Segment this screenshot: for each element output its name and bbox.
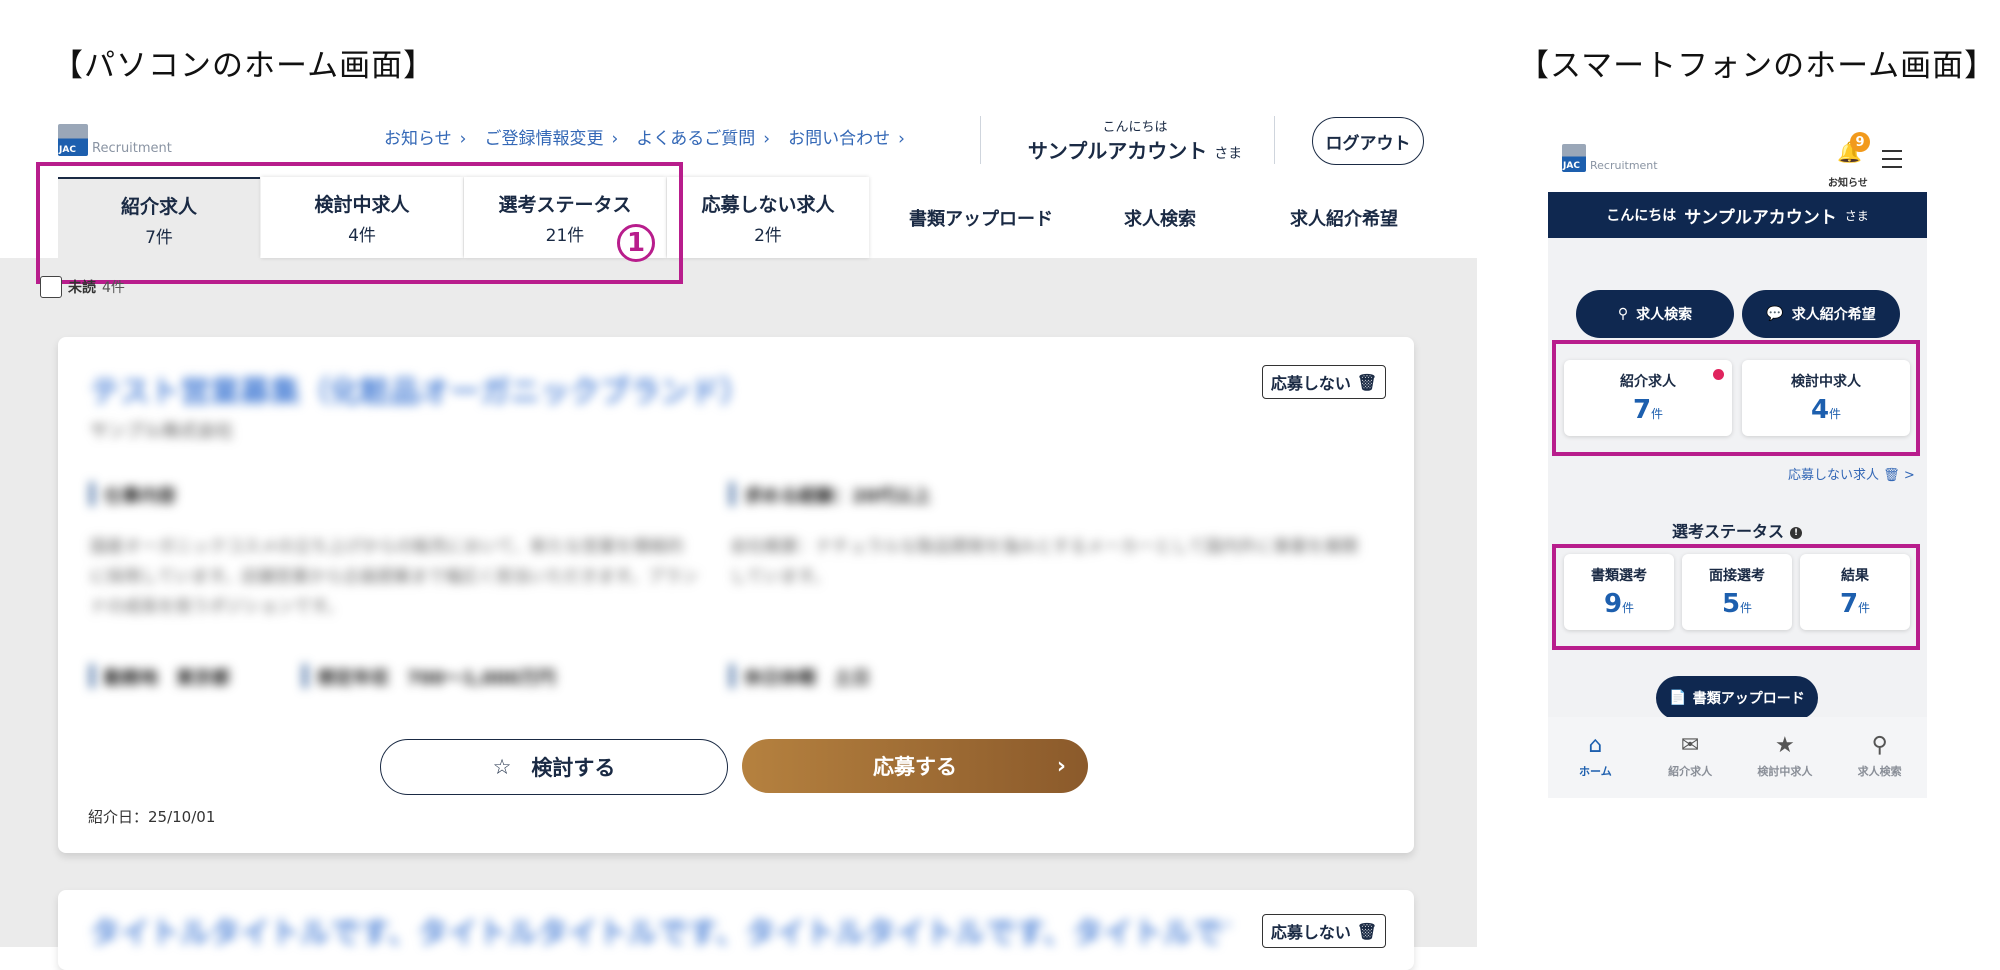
nav-label: 検討中求人 — [1757, 765, 1813, 778]
smartphone-screen: Recruitment 🔔 9 お知らせ こんにちは サンプルアカウント さま … — [1548, 126, 1927, 798]
job-card[interactable]: タイトルタイトルです、タイトルタイトルです、タイトルタイトルです、タイトルです、… — [58, 890, 1414, 970]
upload-label: 書類アップロード — [1692, 691, 1805, 707]
job-card[interactable]: テスト営業募集（化粧品オーガニックブランド） サンプル株式会社 仕事内容 求める… — [58, 337, 1414, 853]
nav-considering[interactable]: ★ 検討中求人 — [1738, 717, 1833, 798]
greeting-name: サンプルアカウント さま — [1027, 139, 1243, 163]
chevron-right-icon: › — [1056, 753, 1066, 779]
logo-text: Recruitment — [1590, 159, 1658, 172]
consider-button[interactable]: ☆ 検討する — [380, 739, 728, 795]
apply-label: 応募する — [873, 755, 957, 779]
meta-holiday: 休日休暇 土日 — [744, 668, 870, 689]
apply-button[interactable]: 応募する › — [742, 739, 1088, 793]
search-icon: ⚲ — [1617, 306, 1629, 322]
star-outline-icon: ☆ — [492, 755, 512, 779]
sp-job-request-button[interactable]: 💬 求人紹介希望 — [1742, 290, 1900, 338]
tab-job-search[interactable]: 求人検索 — [1124, 205, 1196, 231]
consider-label: 検討する — [531, 756, 616, 780]
trash-icon: 🗑 — [1356, 372, 1378, 392]
tab-declined-jobs[interactable]: 応募しない求人 2件 — [667, 177, 869, 258]
logout-button[interactable]: ログアウト — [1312, 117, 1424, 165]
sp-header: Recruitment 🔔 9 お知らせ — [1548, 126, 1927, 192]
tab-job-request[interactable]: 求人紹介希望 — [1290, 205, 1398, 231]
nav-search[interactable]: ⚲ 求人検索 — [1832, 717, 1927, 798]
pill-label: 求人検索 — [1636, 307, 1693, 323]
highlight-box-status-cards — [1552, 544, 1920, 650]
field-marker — [730, 482, 734, 506]
sp-greeting-bar: こんにちは サンプルアカウント さま — [1548, 192, 1927, 238]
jac-logo-icon — [1562, 144, 1586, 172]
pc-section-title: 【パソコンのホーム画面】 — [52, 48, 436, 84]
field-label: 求める経験：20代以上 — [744, 486, 932, 507]
sp-job-search-button[interactable]: ⚲ 求人検索 — [1576, 290, 1734, 338]
notice-badge: 9 — [1850, 132, 1870, 152]
home-icon: ⌂ — [1588, 733, 1603, 758]
nav-introduced[interactable]: ✉ 紹介求人 — [1643, 717, 1738, 798]
field-label: 仕事内容 — [104, 486, 176, 507]
sp-status-title: 選考ステータス! — [1672, 518, 1803, 542]
job-title[interactable]: テスト営業募集（化粧品オーガニックブランド） — [90, 367, 750, 411]
decline-label: 応募しない — [1270, 923, 1351, 942]
job-description: 国産オーガニックコスメの立ち上げからの販売において、新たな営業を積極的に採用して… — [90, 537, 699, 617]
trash-icon: 🗑 — [1356, 921, 1378, 941]
sp-section-title: 【スマートフォンのホーム画面】 — [1518, 48, 1997, 84]
top-link-contact[interactable]: お問い合わせ › — [788, 124, 905, 149]
greeting-hello: こんにちは — [1102, 120, 1168, 135]
sp-logo[interactable]: Recruitment — [1562, 144, 1658, 172]
pill-label: 求人紹介希望 — [1791, 307, 1876, 323]
tab-document-upload[interactable]: 書類アップロード — [909, 205, 1053, 231]
document-icon: 📄 — [1669, 690, 1687, 706]
nav-home[interactable]: ⌂ ホーム — [1548, 717, 1643, 798]
field-marker — [90, 482, 94, 506]
pc-logo[interactable]: Recruitment — [58, 124, 172, 156]
field-marker — [303, 664, 307, 688]
info-icon: ! — [1790, 526, 1803, 539]
field-marker — [90, 664, 94, 688]
unread-label: 未読 — [68, 280, 96, 296]
highlight-box-top-cards — [1552, 340, 1920, 456]
top-link-faq[interactable]: よくあるご質問 › — [636, 124, 770, 149]
notice-label: お知らせ — [1828, 178, 1868, 189]
sp-bottom-nav: ⌂ ホーム ✉ 紹介求人 ★ 検討中求人 ⚲ 求人検索 — [1548, 717, 1927, 798]
top-link-notice[interactable]: お知らせ › — [384, 124, 466, 149]
company-description: 会社概要：ナチュラルな製品開発を強みとするメーカーとして国内外に事業を展開してい… — [730, 537, 1358, 587]
search-icon: ⚲ — [1871, 733, 1888, 758]
callout-marker: 1 — [617, 224, 655, 262]
hamburger-menu-icon[interactable] — [1882, 150, 1902, 168]
decline-button[interactable]: 応募しない 🗑 — [1262, 914, 1386, 948]
top-link-profile[interactable]: ご登録情報変更 › — [484, 124, 618, 149]
nav-label: 求人検索 — [1857, 765, 1902, 778]
nav-label: ホーム — [1579, 765, 1612, 778]
pc-greeting: こんにちは サンプルアカウント さま — [1020, 116, 1250, 164]
greeting-hello: こんにちは — [1606, 208, 1677, 224]
star-icon: ★ — [1775, 733, 1795, 758]
highlight-box-tabs — [36, 162, 683, 284]
tab-count: 2件 — [754, 225, 782, 246]
chat-bubble-icon: 💬 — [1766, 306, 1784, 322]
decline-label: 応募しない — [1270, 374, 1351, 393]
mail-icon: ✉ — [1680, 733, 1700, 758]
decline-button[interactable]: 応募しない 🗑 — [1262, 365, 1386, 399]
top-links: お知らせ › ご登録情報変更 › よくあるご質問 › お問い合わせ › — [384, 124, 905, 149]
meta-salary: 想定年収 700〜1,000万円 — [317, 668, 556, 689]
intro-date: 紹介日：25/10/01 — [88, 808, 216, 826]
greeting-name: サンプルアカウント — [1684, 207, 1837, 228]
unread-count: 4件 — [102, 280, 125, 296]
meta-location: 勤務地 東京都 — [104, 668, 230, 689]
greeting-honorific: さま — [1844, 208, 1869, 223]
unread-checkbox[interactable] — [40, 276, 62, 298]
divider — [1274, 116, 1275, 164]
divider — [980, 116, 981, 164]
field-marker — [730, 664, 734, 688]
jac-logo-icon — [58, 124, 88, 156]
nav-label: 紹介求人 — [1668, 765, 1713, 778]
unread-filter[interactable]: 未読 4件 — [40, 276, 125, 298]
sp-upload-button[interactable]: 📄 書類アップロード — [1656, 676, 1818, 720]
company-name: サンプル株式会社 — [90, 421, 234, 442]
job-title[interactable]: タイトルタイトルです、タイトルタイトルです、タイトルタイトルです、タイトルです、… — [90, 908, 1230, 952]
trash-icon: 🗑 — [1883, 468, 1900, 483]
logo-text: Recruitment — [92, 141, 172, 156]
tab-label: 応募しない求人 — [701, 193, 835, 216]
sp-declined-link[interactable]: 応募しない求人 🗑 > — [1788, 464, 1915, 483]
